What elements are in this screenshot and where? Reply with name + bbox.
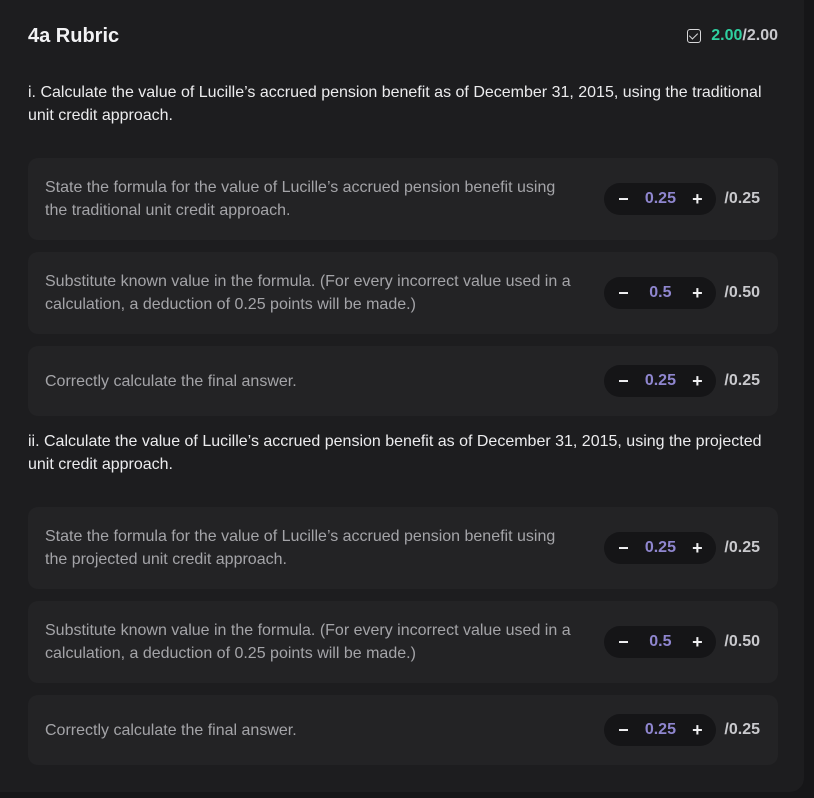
section-title-ii: ii. Calculate the value of Lucille’s acc… xyxy=(28,433,762,473)
increment-button[interactable]: + xyxy=(690,365,704,397)
score-value[interactable]: 0.5 xyxy=(649,284,671,302)
rubric-title: 4a Rubric xyxy=(28,25,120,47)
checkbox-checked-icon xyxy=(687,29,702,43)
increment-button[interactable]: + xyxy=(690,532,704,564)
score-stepper: − 0.5 + xyxy=(604,626,717,658)
max-score: /0.50 xyxy=(724,284,760,301)
score-value[interactable]: 0.5 xyxy=(649,633,671,651)
rubric-header: 4a Rubric 2.00 /2.00 xyxy=(28,22,778,50)
score-stepper: − 0.25 + xyxy=(604,365,717,397)
max-score: /0.25 xyxy=(724,539,760,556)
decrement-button[interactable]: − xyxy=(616,183,630,215)
rubric-item-text: State the formula for the value of Lucil… xyxy=(45,528,556,568)
rubric-item: Substitute known value in the formula. (… xyxy=(28,601,778,683)
max-score: /0.25 xyxy=(724,721,760,738)
increment-button[interactable]: + xyxy=(690,183,704,215)
score-total: /2.00 xyxy=(742,27,778,44)
rubric-item-text: Substitute known value in the formula. (… xyxy=(45,273,571,313)
score-controls: − 0.5 + /0.50 xyxy=(604,626,760,658)
score-stepper: − 0.25 + xyxy=(604,183,717,215)
decrement-button[interactable]: − xyxy=(616,365,630,397)
score-controls: − 0.25 + /0.25 xyxy=(604,183,760,215)
score-value[interactable]: 0.25 xyxy=(645,372,676,390)
decrement-button[interactable]: − xyxy=(616,532,630,564)
increment-button[interactable]: + xyxy=(690,626,704,658)
max-score: /0.25 xyxy=(724,372,760,389)
score-value[interactable]: 0.25 xyxy=(645,539,676,557)
rubric-item-text: State the formula for the value of Lucil… xyxy=(45,179,556,219)
rubric-item: State the formula for the value of Lucil… xyxy=(28,158,778,240)
score-controls: − 0.25 + /0.25 xyxy=(604,532,760,564)
decrement-button[interactable]: − xyxy=(616,277,630,309)
section-title-i: i. Calculate the value of Lucille’s accr… xyxy=(28,84,762,124)
rubric-item: Correctly calculate the final answer. − … xyxy=(28,346,778,416)
rubric-item-text: Substitute known value in the formula. (… xyxy=(45,622,571,662)
max-score: /0.50 xyxy=(724,633,760,650)
score-value[interactable]: 0.25 xyxy=(645,190,676,208)
rubric-item: Substitute known value in the formula. (… xyxy=(28,252,778,334)
rubric-panel: 4a Rubric 2.00 /2.00 i. Calculate the va… xyxy=(0,0,804,792)
score-controls: − 0.25 + /0.25 xyxy=(604,714,760,746)
total-score: 2.00 /2.00 xyxy=(687,22,778,50)
score-stepper: − 0.25 + xyxy=(604,714,717,746)
score-stepper: − 0.5 + xyxy=(604,277,717,309)
score-value[interactable]: 0.25 xyxy=(645,721,676,739)
score-controls: − 0.25 + /0.25 xyxy=(604,365,760,397)
rubric-item-text: Correctly calculate the final answer. xyxy=(45,722,297,739)
decrement-button[interactable]: − xyxy=(616,626,630,658)
max-score: /0.25 xyxy=(724,190,760,207)
rubric-item: State the formula for the value of Lucil… xyxy=(28,507,778,589)
increment-button[interactable]: + xyxy=(690,277,704,309)
increment-button[interactable]: + xyxy=(690,714,704,746)
score-controls: − 0.5 + /0.50 xyxy=(604,277,760,309)
score-stepper: − 0.25 + xyxy=(604,532,717,564)
decrement-button[interactable]: − xyxy=(616,714,630,746)
score-earned: 2.00 xyxy=(711,27,743,44)
rubric-item-text: Correctly calculate the final answer. xyxy=(45,373,297,390)
rubric-item: Correctly calculate the final answer. − … xyxy=(28,695,778,765)
